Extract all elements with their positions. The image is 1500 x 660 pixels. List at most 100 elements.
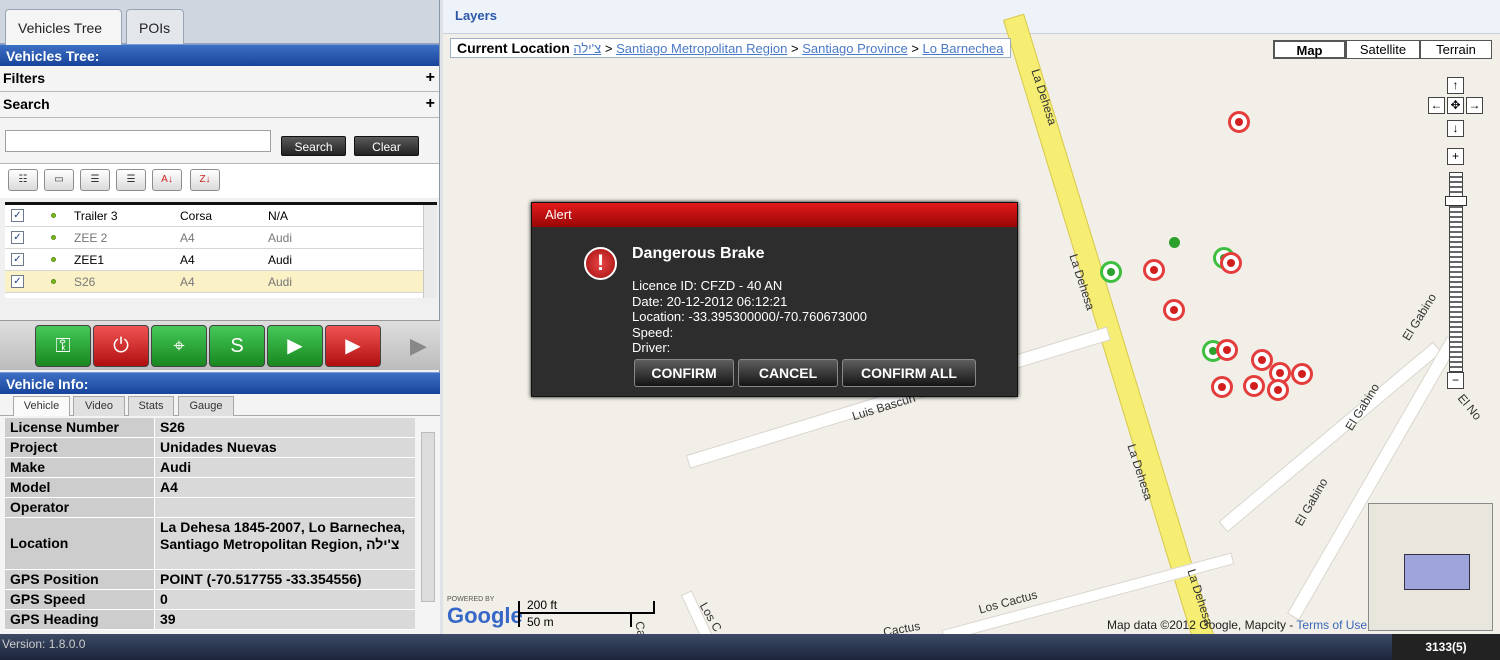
confirm-all-button[interactable]: CONFIRM ALL [842,359,976,387]
alert-details: Licence ID: CFZD - 40 AN Date: 20-12-201… [632,278,867,356]
status-dot-icon [51,279,56,284]
skype-button[interactable]: S [209,325,265,367]
tab-stats[interactable]: Stats [128,396,174,416]
breadcrumb-link[interactable]: צ'ילה [573,41,601,56]
tree-toolbar: ☷ ▭ ☰ ☰ A↓ Z↓ [0,164,439,198]
alert-header: Alert [532,203,1017,227]
row-checkbox[interactable]: ✓ [11,253,24,266]
info-row: License Number S26 [5,418,415,438]
info-row: Location La Dehesa 1845-2007, Lo Barneche… [5,518,415,570]
map-type-satellite-button[interactable]: Satellite [1346,40,1420,59]
clear-button[interactable]: Clear [354,136,419,156]
info-key: Project [5,438,155,457]
pan-up-icon[interactable]: ↑ [1447,77,1464,94]
zoom-out-icon[interactable]: − [1447,372,1464,389]
sort-za-icon[interactable]: Z↓ [190,169,220,191]
cancel-button[interactable]: CANCEL [738,359,838,387]
unlock-key-button[interactable]: ⚿ [35,325,91,367]
pan-down-icon[interactable]: ↓ [1447,120,1464,137]
expand-filters-icon[interactable]: + [426,69,435,87]
alert-marker[interactable] [1163,299,1185,321]
vehicle-name: S26 [74,275,96,289]
vehicle-marker[interactable] [1100,261,1122,283]
list-icon[interactable]: ☰ [116,169,146,191]
info-key: License Number [5,418,155,437]
filters-section[interactable]: Filters + [0,66,439,92]
table-row[interactable]: ✓ Trailer 3 Corsa N/A [5,205,437,227]
vehicle-info-header: Vehicle Info: [0,372,440,394]
filters-label: Filters [3,70,46,86]
alert-title: Dangerous Brake [632,245,765,262]
expand-search-icon[interactable]: + [426,95,435,113]
alert-marker[interactable] [1216,339,1238,361]
alert-marker[interactable] [1267,379,1289,401]
left-tab-bar: Vehicles Tree POIs [0,0,439,45]
breadcrumb-link[interactable]: Santiago Province [802,41,908,56]
alert-marker[interactable] [1243,375,1265,397]
locate-target-button[interactable]: ⌖ [151,325,207,367]
layers-link[interactable]: Layers [455,8,497,23]
breadcrumb-link[interactable]: Lo Barnechea [923,41,1004,56]
vehicle-dot[interactable] [1169,237,1180,248]
vehicles-tree-header: Vehicles Tree: [0,44,439,66]
terms-of-use-link[interactable]: Terms of Use [1296,618,1367,632]
overview-map[interactable] [1368,503,1493,631]
tab-pois[interactable]: POIs [126,9,184,44]
warning-icon: ! [584,247,617,280]
info-row: GPS Speed 0 [5,590,415,610]
row-checkbox[interactable]: ✓ [11,231,24,244]
pan-right-icon[interactable]: → [1466,97,1483,114]
map-type-terrain-button[interactable]: Terrain [1420,40,1492,59]
scale-feet: 200 ft [527,598,558,612]
zoom-slider-handle[interactable] [1445,196,1467,206]
tab-vehicle[interactable]: Vehicle [13,396,70,416]
table-row[interactable]: ✓ ZEE 2 A4 Audi [5,227,437,249]
tab-gauge[interactable]: Gauge [178,396,234,416]
power-off-button[interactable]: ⏻ [93,325,149,367]
row-checkbox[interactable]: ✓ [11,209,24,222]
row-checkbox[interactable]: ✓ [11,275,24,288]
pan-center-icon[interactable]: ✥ [1447,97,1464,114]
search-section[interactable]: Search + [0,92,439,118]
zoom-in-icon[interactable]: + [1447,148,1464,165]
search-button[interactable]: Search [281,136,346,156]
tab-video[interactable]: Video [73,396,125,416]
breadcrumb-link[interactable]: Santiago Metropolitan Region [616,41,787,56]
info-row: Operator [5,498,415,518]
alert-marker[interactable] [1228,111,1250,133]
search-input[interactable] [5,130,271,152]
info-key: GPS Heading [5,610,155,629]
table-row[interactable]: ✓ ZEE1 A4 Audi [5,249,437,271]
video-camera-off-button[interactable]: ▶ [325,325,381,367]
road-label: El No [1454,391,1485,423]
video-camera-button[interactable]: ▶ [267,325,323,367]
collapse-all-icon[interactable]: ▭ [44,169,74,191]
check-list-icon[interactable]: ☰ [80,169,110,191]
alert-marker[interactable] [1143,259,1165,281]
info-value: POINT (-70.517755 -33.354556) [160,571,362,587]
current-location-label: Current Location [457,40,570,56]
sort-az-icon[interactable]: A↓ [152,169,182,191]
alert-marker[interactable] [1220,252,1242,274]
confirm-button[interactable]: CONFIRM [634,359,734,387]
next-arrow-icon[interactable]: ▶ [410,333,427,359]
tab-vehicles-tree[interactable]: Vehicles Tree [5,9,122,45]
info-value: Audi [160,459,192,475]
vehicle-model: A4 [180,231,195,245]
layers-bar: Layers [443,0,1500,34]
map-type-map-button[interactable]: Map [1273,40,1346,59]
alert-marker[interactable] [1211,376,1233,398]
expand-all-icon[interactable]: ☷ [8,169,38,191]
info-value [160,498,415,500]
alert-marker[interactable] [1291,363,1313,385]
alert-dialog: Alert ! Dangerous Brake Licence ID: CFZD… [531,202,1018,397]
pan-left-icon[interactable]: ← [1428,97,1445,114]
grid-scrollbar[interactable] [423,205,437,298]
info-scrollbar[interactable] [421,432,435,602]
alert-counter[interactable]: 3133(5) [1392,634,1500,660]
table-row-selected[interactable]: ✓ S26 A4 Audi [5,271,437,293]
overview-viewport[interactable] [1404,554,1470,590]
info-key: Location [5,518,155,569]
info-value: A4 [160,479,178,495]
powered-by-label: POWERED BY [447,596,495,603]
